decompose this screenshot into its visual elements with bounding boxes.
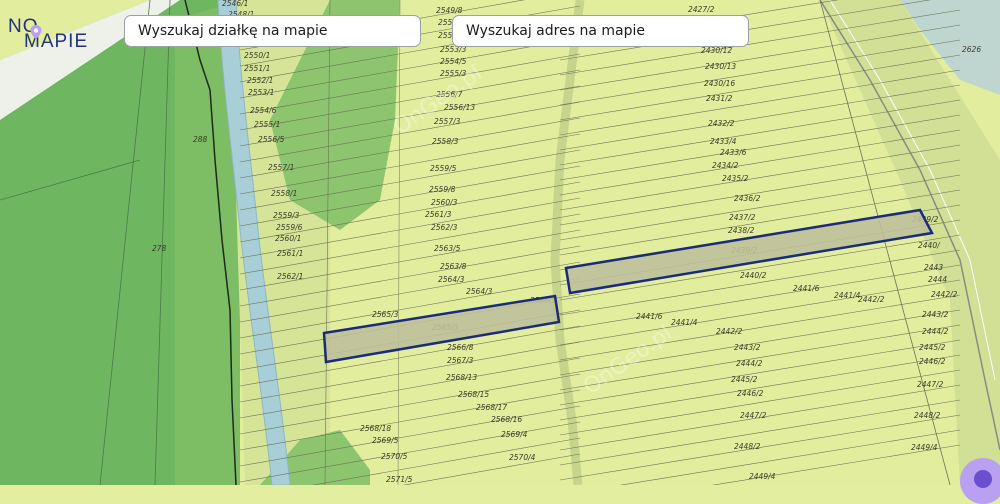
parcel-label: 2568/18: [360, 424, 391, 433]
parcel-label: 2560/3: [431, 198, 458, 207]
parcel-label: 288: [193, 135, 208, 144]
parcel-label: 2430/13: [705, 62, 736, 71]
parcel-label: 2566/8: [447, 343, 474, 352]
map-pin-icon: [30, 25, 42, 39]
parcel-label: 278: [152, 244, 167, 253]
parcel-label: 2559/5: [430, 164, 457, 173]
parcel-label: 2559/8: [429, 185, 456, 194]
parcel-label: 2561/3: [425, 210, 452, 219]
parcel-label: 2560/1: [275, 234, 301, 243]
parcel-label: 2431/2: [706, 94, 733, 103]
parcel-label: 2569/4: [501, 430, 528, 439]
parcel-label: 2446/2: [919, 357, 946, 366]
parcel-label: 2554/6: [250, 106, 277, 115]
parcel-label: 2427/2: [688, 5, 715, 14]
parcel-label: 2433/4: [710, 137, 737, 146]
parcel-label: 2570/5: [381, 452, 408, 461]
parcel-label: 2438/2: [728, 226, 755, 235]
parcel-label: 2447/2: [917, 380, 944, 389]
parcel-label: 2562/1: [277, 272, 303, 281]
parcel-label: 2446/2: [737, 389, 764, 398]
parcel-label: 2558/3: [432, 137, 459, 146]
parcel-label: 2441/6: [793, 284, 820, 293]
location-icon: [974, 470, 992, 488]
parcel-label: 2555/1: [254, 120, 280, 129]
parcel-label: 2554/5: [440, 57, 467, 66]
parcel-label: 2440/: [918, 241, 941, 250]
parcel-label: 2445/2: [731, 375, 758, 384]
parcel-label: 2553/1: [248, 88, 274, 97]
parcel-label: 2556/5: [258, 135, 285, 144]
parcel-label: 2552/1: [247, 76, 273, 85]
parcel-label: 2437/2: [729, 213, 756, 222]
parcel-label: 2430/12: [701, 46, 732, 55]
parcel-label: 2570/4: [509, 453, 536, 462]
parcel-label: 2569/5: [372, 436, 399, 445]
parcel-label: 2546/1: [222, 0, 248, 8]
parcel-label: 2448/2: [914, 411, 941, 420]
parcel-label: 2441/4: [834, 291, 861, 300]
parcel-label: 2568/17: [476, 403, 507, 412]
parcel-label: 2443: [924, 263, 943, 272]
parcel-search-button[interactable]: Wyszukaj działkę na mapie: [124, 15, 421, 47]
location-button[interactable]: [960, 458, 1000, 504]
parcel-label: 2449/4: [749, 472, 776, 481]
parcel-label: 2567/3: [447, 356, 474, 365]
parcel-label: 2449/4: [911, 443, 938, 452]
parcel-label: 2442/2: [931, 290, 958, 299]
parcel-label: 2557/1: [268, 163, 294, 172]
parcel-label: 2441/4: [671, 318, 698, 327]
parcel-label: 2568/16: [491, 415, 522, 424]
parcel-label: 2430/16: [704, 79, 735, 88]
parcel-label: 2559/3: [273, 211, 300, 220]
parcel-label: 2436/2: [734, 194, 761, 203]
parcel-label: 2565/3: [372, 310, 399, 319]
parcel-label: 2443/2: [922, 310, 949, 319]
parcel-label: 2564/3: [438, 275, 465, 284]
parcel-label: 2442/2: [858, 295, 885, 304]
parcel-label: 2435/2: [722, 174, 749, 183]
parcel-label: 2562/3: [431, 223, 458, 232]
parcel-label: 2563/5: [434, 244, 461, 253]
parcel-label: 2559/6: [276, 223, 303, 232]
parcel-label: 2561/1: [277, 249, 303, 258]
parcel-label: 2564/3: [466, 287, 493, 296]
parcel-label: 2440/2: [740, 271, 767, 280]
parcel-label: 2447/2: [740, 411, 767, 420]
parcel-label: 2626: [962, 45, 981, 54]
parcel-label: 2568/15: [458, 390, 489, 399]
parcel-label: 2557/3: [434, 117, 461, 126]
parcel-label: 2444/2: [922, 327, 949, 336]
parcel-label: 2444/2: [736, 359, 763, 368]
parcel-label: 2551/1: [244, 64, 270, 73]
parcel-label: 2563/8: [440, 262, 467, 271]
parcel-label: 2571/5: [386, 475, 413, 484]
parcel-label: 2568/13: [446, 373, 477, 382]
map-canvas[interactable]: 2546/12548/12550/12551/12552/12553/12554…: [0, 0, 1000, 485]
parcel-label: 2558/1: [271, 189, 297, 198]
parcel-label: 2443/2: [734, 343, 761, 352]
parcel-label: 2444: [928, 275, 947, 284]
parcel-label: 2448/2: [734, 442, 761, 451]
parcel-label: 2434/2: [712, 161, 739, 170]
parcel-label: 2442/2: [716, 327, 743, 336]
parcel-label: 2432/2: [708, 119, 735, 128]
parcel-label: 2549/8: [436, 6, 463, 15]
address-search-button[interactable]: Wyszukaj adres na mapie: [452, 15, 749, 47]
parcel-label: 2445/2: [919, 343, 946, 352]
parcel-label: 2441/6: [636, 312, 663, 321]
logo[interactable]: NO MAPIE: [8, 14, 108, 54]
parcel-label: 2433/6: [720, 148, 747, 157]
parcel-label: 2550/1: [244, 51, 270, 60]
